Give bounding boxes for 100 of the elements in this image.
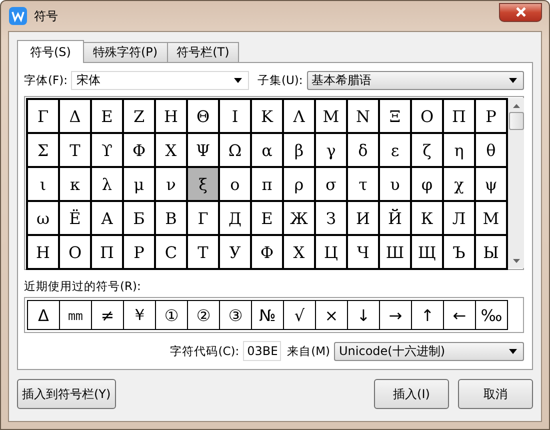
recent-symbol-cell[interactable]: Δ [27, 300, 60, 330]
symbol-cell[interactable]: Ц [316, 236, 348, 270]
symbol-cell[interactable]: Κ [252, 100, 284, 134]
encoding-dropdown[interactable]: Unicode(十六进制) [334, 342, 524, 360]
subset-label: 子集(U): [257, 72, 303, 88]
dialog-button[interactable]: 插入(I) [374, 379, 449, 409]
symbol-cell[interactable]: Р [124, 236, 156, 270]
symbol-cell[interactable]: α [252, 134, 284, 168]
symbol-cell[interactable]: χ [444, 168, 476, 202]
symbol-cell[interactable]: ϒ [92, 134, 124, 168]
symbol-cell[interactable]: κ [60, 168, 92, 202]
symbol-cell[interactable]: Б [124, 202, 156, 236]
symbol-cell[interactable]: Н [28, 236, 60, 270]
tab[interactable]: 符号栏(T) [166, 42, 240, 62]
dropdown-arrow-icon [234, 78, 242, 82]
symbol-cell[interactable]: Г [188, 202, 220, 236]
symbol-cell[interactable]: К [412, 202, 444, 236]
symbol-cell[interactable]: З [316, 202, 348, 236]
recent-symbol-cell[interactable]: ③ [219, 300, 252, 330]
window-title: 符号 [34, 8, 58, 24]
tab[interactable]: 特殊字符(P) [82, 42, 168, 62]
symbol-cell[interactable]: δ [348, 134, 380, 168]
symbol-cell[interactable]: β [284, 134, 316, 168]
recent-symbol-cell[interactable]: № [251, 300, 284, 330]
symbol-cell[interactable]: Ж [284, 202, 316, 236]
dialog-button[interactable]: 插入到符号栏(Y) [17, 379, 116, 409]
symbol-cell[interactable]: λ [92, 168, 124, 202]
symbol-cell[interactable]: Л [444, 202, 476, 236]
symbol-cell[interactable]: Щ [412, 236, 444, 270]
symbol-cell[interactable]: И [348, 202, 380, 236]
symbol-cell[interactable]: Λ [284, 100, 316, 134]
tab[interactable]: 符号(S) [17, 40, 84, 63]
recent-symbol-cell[interactable]: ↑ [411, 300, 444, 330]
symbol-cell[interactable]: Ъ [444, 236, 476, 270]
symbol-cell[interactable]: Т [188, 236, 220, 270]
symbol-cell[interactable]: η [444, 134, 476, 168]
symbol-cell[interactable]: У [220, 236, 252, 270]
recent-symbol-cell[interactable]: ㎜ [59, 300, 92, 330]
symbol-cell[interactable]: Φ [124, 134, 156, 168]
symbol-cell[interactable]: С [156, 236, 188, 270]
symbol-cell[interactable]: γ [316, 134, 348, 168]
symbol-cell[interactable]: ε [380, 134, 412, 168]
recent-symbol-cell[interactable]: ② [187, 300, 220, 330]
subset-dropdown[interactable]: 基本希腊语 [306, 70, 524, 90]
symbol-cell[interactable]: Π [444, 100, 476, 134]
close-button[interactable] [499, 2, 542, 22]
symbol-cell[interactable]: υ [380, 168, 412, 202]
symbol-cell[interactable]: Ι [220, 100, 252, 134]
symbol-cell[interactable]: Е [252, 202, 284, 236]
recent-symbol-cell[interactable]: ↓ [347, 300, 380, 330]
symbol-cell[interactable]: ξ [188, 168, 220, 202]
recent-symbol-cell[interactable]: ← [443, 300, 476, 330]
symbol-cell[interactable]: τ [348, 168, 380, 202]
recent-symbol-cell[interactable]: ‰ [475, 300, 508, 330]
symbol-cell[interactable]: Δ [60, 100, 92, 134]
symbol-cell[interactable]: Γ [28, 100, 60, 134]
symbol-cell[interactable]: Д [220, 202, 252, 236]
recent-symbol-cell[interactable]: √ [283, 300, 316, 330]
symbol-cell[interactable]: А [92, 202, 124, 236]
symbol-cell[interactable]: Ο [412, 100, 444, 134]
symbol-cell[interactable]: ι [28, 168, 60, 202]
symbol-cell[interactable]: Χ [156, 134, 188, 168]
symbol-cell[interactable]: μ [124, 168, 156, 202]
symbol-cell[interactable]: В [156, 202, 188, 236]
symbol-cell[interactable]: Ε [92, 100, 124, 134]
symbol-cell[interactable]: π [252, 168, 284, 202]
dialog-button[interactable]: 取消 [458, 379, 533, 409]
symbol-cell[interactable]: Μ [316, 100, 348, 134]
recent-symbol-cell[interactable]: ￥ [123, 300, 156, 330]
symbol-cell[interactable]: Ч [348, 236, 380, 270]
char-code-field[interactable]: 03BE [243, 341, 282, 361]
symbol-cell[interactable]: Τ [60, 134, 92, 168]
recent-symbol-cell[interactable]: ≠ [91, 300, 124, 330]
symbol-cell[interactable]: Ζ [124, 100, 156, 134]
symbol-cell[interactable]: Й [380, 202, 412, 236]
symbol-cell[interactable]: Ξ [380, 100, 412, 134]
symbol-cell[interactable]: Ш [380, 236, 412, 270]
app-icon [9, 7, 27, 25]
symbol-cell[interactable]: Ν [348, 100, 380, 134]
font-dropdown[interactable]: 宋体 [71, 70, 250, 90]
symbol-cell[interactable]: Σ [28, 134, 60, 168]
symbol-cell[interactable]: П [92, 236, 124, 270]
symbol-cell[interactable]: ρ [284, 168, 316, 202]
symbol-cell[interactable]: Х [284, 236, 316, 270]
scroll-thumb[interactable] [508, 112, 524, 130]
recent-symbol-cell[interactable]: → [379, 300, 412, 330]
symbol-cell[interactable]: ζ [412, 134, 444, 168]
symbol-cell[interactable]: Θ [188, 100, 220, 134]
symbol-cell[interactable]: σ [316, 168, 348, 202]
recent-symbol-cell[interactable]: × [315, 300, 348, 330]
symbol-cell[interactable]: Ω [220, 134, 252, 168]
symbol-cell[interactable]: О [60, 236, 92, 270]
recent-symbol-cell[interactable]: ① [155, 300, 188, 330]
symbol-cell[interactable]: Ф [252, 236, 284, 270]
symbol-cell[interactable]: ω [28, 202, 60, 236]
symbol-cell[interactable]: Η [156, 100, 188, 134]
symbol-cell[interactable]: ο [220, 168, 252, 202]
symbol-cell[interactable]: φ [412, 168, 444, 202]
symbol-cell[interactable]: Ё [60, 202, 92, 236]
scrollbar[interactable] [508, 98, 524, 268]
